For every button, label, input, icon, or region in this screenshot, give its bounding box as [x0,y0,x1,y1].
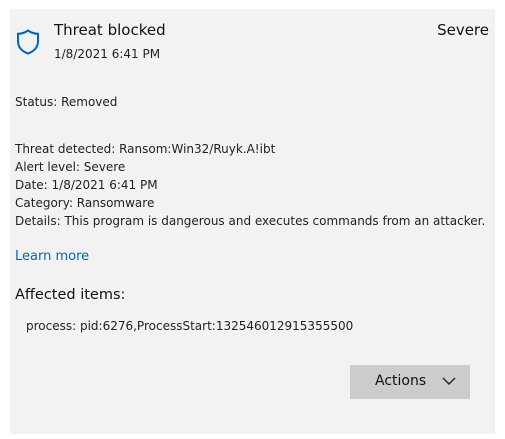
threat-card: Threat blocked 1/8/2021 6:41 PM Severe S… [10,9,495,434]
affected-item: process: pid:6276,ProcessStart:132546012… [26,319,354,333]
threat-detected-text: Threat detected: Ransom:Win32/Ruyk.A!ibt [15,142,276,156]
actions-button[interactable]: Actions [350,365,470,399]
alert-level-text: Alert level: Severe [15,160,126,174]
actions-button-label: Actions [375,373,427,389]
category-text: Category: Ransomware [15,196,155,210]
date-text: Date: 1/8/2021 6:41 PM [15,178,158,192]
affected-items-heading: Affected items: [15,287,126,303]
severity-label: Severe [437,21,489,39]
shield-icon [17,29,39,55]
learn-more-link[interactable]: Learn more [15,249,89,264]
threat-title: Threat blocked [54,21,166,39]
details-text: Details: This program is dangerous and e… [15,214,486,228]
chevron-down-icon [442,377,456,385]
status-text: Status: Removed [15,95,118,109]
threat-timestamp: 1/8/2021 6:41 PM [54,47,161,61]
